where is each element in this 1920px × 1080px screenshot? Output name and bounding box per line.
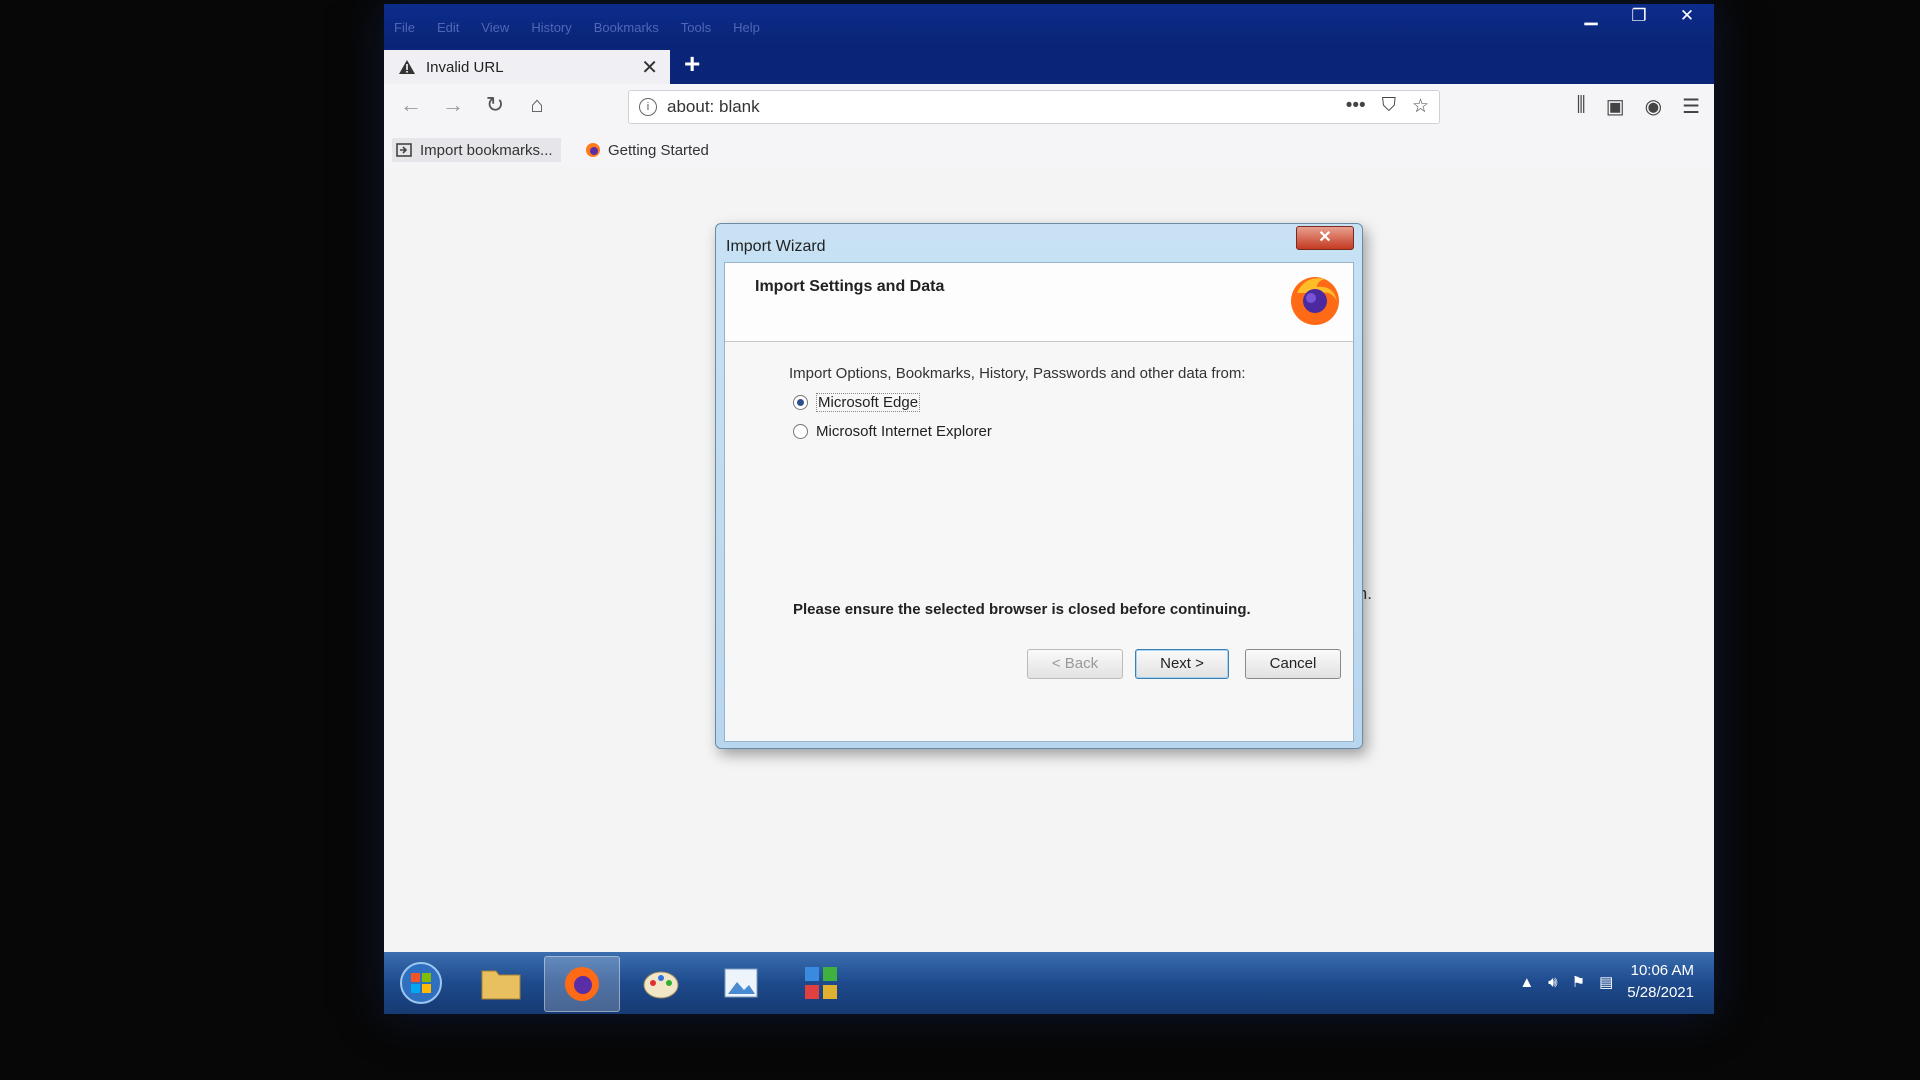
page-actions: ••• ⛉ ☆	[1346, 95, 1429, 118]
navigation-toolbar: ← → ↻ ⌂ i ••• ⛉ ☆ ⫼ ▣ ◉ ☰	[384, 84, 1714, 133]
close-browser-note: Please ensure the selected browser is cl…	[793, 601, 1251, 618]
reload-icon[interactable]: ↻	[480, 92, 510, 118]
menu-view[interactable]: View	[481, 20, 509, 35]
info-icon[interactable]: i	[639, 98, 657, 116]
taskbar-control-panel[interactable]	[784, 956, 858, 1010]
library-icon[interactable]: ⫼	[1577, 94, 1586, 119]
tab-title: Invalid URL	[426, 58, 504, 76]
import-prompt: Import Options, Bookmarks, History, Pass…	[789, 365, 1246, 382]
option-microsoft-edge[interactable]: Microsoft Edge	[793, 393, 921, 412]
pocket-icon[interactable]: ⛉	[1382, 95, 1396, 118]
picture-icon	[724, 968, 758, 998]
back-button[interactable]: < Back	[1027, 649, 1123, 679]
system-tray: ▲ 🔊︎ ⚑ ▤ 10:06 AM 5/28/2021	[1519, 960, 1694, 1004]
menu-help[interactable]: Help	[733, 20, 760, 35]
home-icon[interactable]: ⌂	[522, 92, 552, 118]
hamburger-menu-icon[interactable]: ☰	[1682, 94, 1700, 119]
import-icon	[396, 143, 412, 157]
network-icon[interactable]: ▤	[1599, 973, 1613, 991]
bookmark-label: Import bookmarks...	[420, 141, 553, 159]
option-label: Microsoft Edge	[816, 393, 921, 412]
minimize-icon[interactable]: ▁	[1578, 6, 1604, 26]
volume-icon[interactable]: 🔊︎	[1548, 974, 1557, 991]
option-label: Microsoft Internet Explorer	[816, 423, 992, 440]
firefox-icon	[586, 143, 600, 157]
dialog-title: Import Wizard	[726, 238, 826, 255]
sidebar-icon[interactable]: ▣	[1606, 94, 1625, 119]
show-hidden-icons-icon[interactable]: ▲	[1519, 974, 1534, 991]
menu-tools[interactable]: Tools	[681, 20, 711, 35]
paint-palette-icon	[643, 971, 679, 999]
page-actions-menu-icon[interactable]: •••	[1346, 95, 1366, 118]
toolbar-right: ⫼ ▣ ◉ ☰	[1577, 94, 1701, 119]
desktop-screen: File Edit View History Bookmarks Tools H…	[384, 4, 1714, 1014]
radio-button[interactable]	[793, 395, 808, 410]
new-tab-button[interactable]: +	[684, 48, 700, 80]
maximize-icon[interactable]: ❐	[1626, 6, 1652, 26]
firefox-logo-icon	[1291, 277, 1339, 325]
clock-date: 5/28/2021	[1627, 984, 1694, 1001]
dialog-header: Import Settings and Data	[725, 263, 1353, 342]
tab-invalid-url[interactable]: Invalid URL ✕	[384, 50, 670, 84]
taskbar-clock[interactable]: 10:06 AM 5/28/2021	[1627, 960, 1694, 1004]
window-controls: ▁ ❐ ✕	[1578, 6, 1700, 26]
taskbar-file-explorer[interactable]	[464, 956, 538, 1010]
dialog-heading: Import Settings and Data	[755, 278, 945, 295]
close-icon[interactable]: ✕	[1674, 6, 1700, 26]
menu-history[interactable]: History	[531, 20, 571, 35]
radio-button[interactable]	[793, 424, 808, 439]
next-button[interactable]: Next >	[1135, 649, 1229, 679]
start-button[interactable]	[384, 956, 458, 1010]
dialog-close-button[interactable]: ✕	[1296, 226, 1354, 250]
option-internet-explorer[interactable]: Microsoft Internet Explorer	[793, 423, 992, 440]
bookmark-label: Getting Started	[608, 141, 709, 159]
windows-taskbar: ▲ 🔊︎ ⚑ ▤ 10:06 AM 5/28/2021	[384, 952, 1714, 1014]
taskbar-picture-viewer[interactable]	[704, 956, 778, 1010]
taskbar-firefox[interactable]	[544, 956, 620, 1012]
url-input[interactable]	[665, 95, 1309, 119]
menu-bookmarks[interactable]: Bookmarks	[594, 20, 659, 35]
tab-close-icon[interactable]: ✕	[641, 55, 658, 80]
bookmarks-toolbar: Import bookmarks... Getting Started	[384, 132, 1714, 166]
taskbar-paint[interactable]	[624, 956, 698, 1010]
dialog-body: Import Settings and Data Import Options,…	[724, 262, 1354, 742]
menu-file[interactable]: File	[394, 20, 415, 35]
account-icon[interactable]: ◉	[1645, 94, 1662, 119]
tab-strip: Invalid URL ✕ +	[384, 44, 1714, 84]
action-center-flag-icon[interactable]: ⚑	[1572, 973, 1585, 991]
url-bar[interactable]: i ••• ⛉ ☆	[628, 90, 1440, 124]
back-arrow-icon[interactable]: ←	[396, 92, 426, 118]
clock-time: 10:06 AM	[1630, 962, 1694, 979]
cancel-button[interactable]: Cancel	[1245, 649, 1341, 679]
menu-edit[interactable]: Edit	[437, 20, 459, 35]
windows-logo-icon	[400, 962, 442, 1004]
bookmark-import[interactable]: Import bookmarks...	[392, 138, 561, 162]
control-panel-icon	[805, 967, 837, 999]
folder-icon	[481, 970, 521, 1000]
forward-arrow-icon[interactable]: →	[438, 92, 468, 118]
firefox-icon	[565, 967, 599, 1001]
import-wizard-dialog: Import Wizard ✕ Import Settings and Data…	[715, 223, 1363, 749]
bookmark-star-icon[interactable]: ☆	[1412, 95, 1429, 118]
warning-icon	[399, 60, 415, 74]
menu-bar: File Edit View History Bookmarks Tools H…	[394, 20, 760, 35]
bookmark-getting-started[interactable]: Getting Started	[584, 138, 709, 162]
window-titlebar: File Edit View History Bookmarks Tools H…	[384, 4, 1714, 44]
